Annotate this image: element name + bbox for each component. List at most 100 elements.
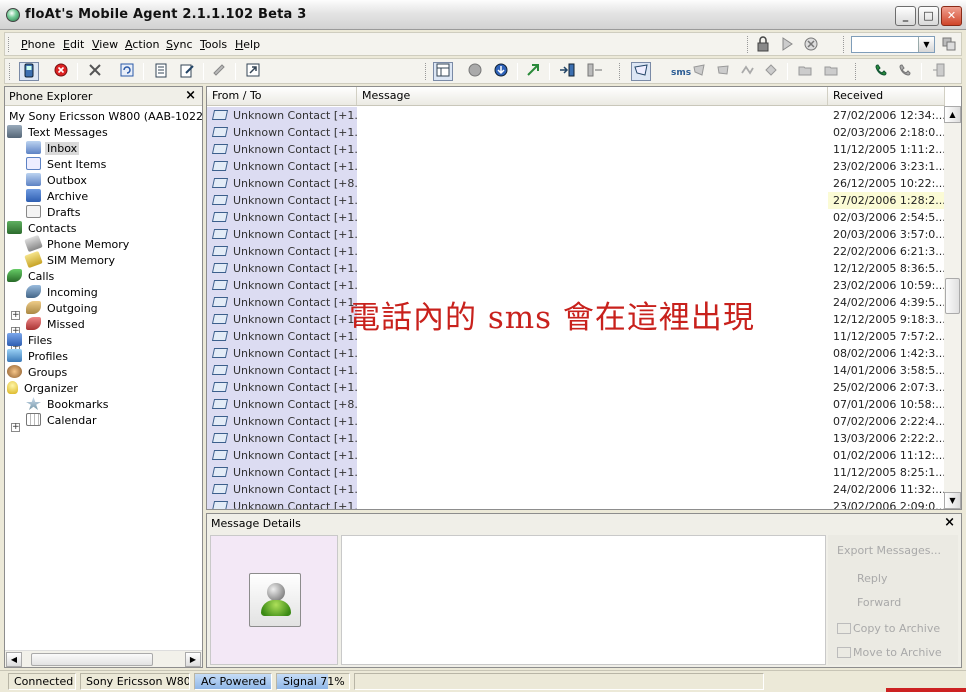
maximize-button[interactable]: □ — [918, 6, 939, 26]
tree-node-outgoing[interactable]: Outgoing — [26, 301, 100, 317]
menu-help[interactable]: Help — [235, 38, 260, 51]
tree-node-sent-items[interactable]: Sent Items — [26, 157, 108, 173]
folder-button[interactable] — [795, 62, 815, 81]
table-row[interactable]: Unknown Contact [+8... 26/12/2005 10:22:.… — [207, 175, 945, 192]
stop-button[interactable] — [51, 62, 71, 81]
table-row[interactable]: Unknown Contact [+1... 11/12/2005 8:25:1.… — [207, 464, 945, 481]
table-row[interactable]: Unknown Contact [+1... 13/03/2006 2:22:2.… — [207, 430, 945, 447]
expand-bookmarks-toggle[interactable]: + — [11, 423, 20, 432]
scroll-left-icon[interactable]: ◀ — [6, 652, 22, 667]
column-message[interactable]: Message — [357, 87, 828, 105]
table-row[interactable]: Unknown Contact [+1... 23/02/2006 2:09:0.… — [207, 498, 945, 509]
table-row[interactable]: Unknown Contact [+1... 02/03/2006 2:54:5.… — [207, 209, 945, 226]
table-row[interactable]: Unknown Contact [+1... 08/02/2006 1:42:3.… — [207, 345, 945, 362]
menu-phone[interactable]: Phone — [21, 38, 55, 51]
sync-messages-button[interactable] — [737, 62, 757, 81]
table-row[interactable]: Unknown Contact [+1... 24/02/2006 11:32:.… — [207, 481, 945, 498]
menu-tools[interactable]: Tools — [200, 38, 227, 51]
scroll-thumb[interactable] — [945, 278, 960, 314]
receive-from-phone-button[interactable] — [585, 62, 605, 81]
folder-move-button[interactable] — [821, 62, 841, 81]
tree-node-organizer[interactable]: Organizer — [7, 381, 80, 397]
menu-grip[interactable] — [8, 37, 11, 52]
device-combo[interactable]: ▼ — [851, 36, 935, 53]
tree-node-drafts[interactable]: Drafts — [26, 205, 82, 221]
dial-pad-button[interactable] — [929, 62, 949, 81]
tree-node-inbox[interactable]: Inbox — [26, 141, 80, 157]
table-row[interactable]: Unknown Contact [+1... 27/02/2006 1:28:2.… — [207, 192, 945, 209]
menu-sync[interactable]: Sync — [166, 38, 193, 51]
copy-to-archive-link[interactable]: Copy to Archive — [837, 622, 940, 635]
tree-node-archive[interactable]: Archive — [26, 189, 90, 205]
forward-message-button[interactable] — [689, 62, 709, 81]
refresh-button[interactable] — [117, 62, 137, 81]
tree-node-groups[interactable]: Groups — [7, 365, 69, 381]
table-row[interactable]: Unknown Contact [+1... 02/03/2006 2:18:0.… — [207, 124, 945, 141]
export-messages-link[interactable]: Export Messages... — [837, 544, 941, 557]
new-sms-button[interactable] — [631, 62, 651, 81]
record-button[interactable] — [465, 62, 485, 81]
compose-button[interactable] — [209, 62, 229, 81]
tree-node-files[interactable]: Files — [7, 333, 54, 349]
menu-action[interactable]: Action — [125, 38, 159, 51]
table-row[interactable]: Unknown Contact [+1... 22/02/2006 6:21:3.… — [207, 243, 945, 260]
column-received[interactable]: Received — [828, 87, 945, 105]
settings-icon[interactable] — [803, 36, 819, 52]
upload-button[interactable] — [523, 62, 543, 81]
table-row[interactable]: Unknown Contact [+1... 14/01/2006 3:58:5.… — [207, 362, 945, 379]
table-row[interactable]: Unknown Contact [+1... 01/02/2006 11:12:.… — [207, 447, 945, 464]
table-row[interactable]: Unknown Contact [+1... 11/12/2005 1:11:2.… — [207, 141, 945, 158]
close-icon[interactable]: × — [185, 88, 196, 103]
tree-node-calls[interactable]: Calls — [7, 269, 56, 285]
tree-node-profiles[interactable]: Profiles — [7, 349, 70, 365]
close-icon[interactable]: × — [944, 515, 955, 530]
open-window-button[interactable] — [243, 62, 263, 81]
toolbar-grip[interactable] — [425, 63, 428, 80]
tree-node-incoming[interactable]: Incoming — [26, 285, 100, 301]
table-row[interactable]: Unknown Contact [+1... 20/03/2006 3:57:0.… — [207, 226, 945, 243]
toolbar-grip[interactable] — [9, 63, 12, 80]
toolbar-grip[interactable] — [619, 63, 622, 80]
forward-link[interactable]: Forward — [857, 596, 901, 609]
toolbar-grip[interactable] — [747, 36, 750, 53]
tree-node-contacts[interactable]: Contacts — [7, 221, 79, 237]
hangup-button[interactable] — [895, 62, 915, 81]
tree-node-outbox[interactable]: Outbox — [26, 173, 89, 189]
tree-node-text-messages[interactable]: Text Messages — [7, 125, 110, 141]
preview-pane-button[interactable] — [433, 62, 453, 81]
tree-node-missed[interactable]: Missed — [26, 317, 87, 333]
table-row[interactable]: Unknown Contact [+1... 27/02/2006 12:34:.… — [207, 107, 945, 124]
minimize-button[interactable]: _ — [895, 6, 916, 26]
contact-avatar[interactable] — [249, 573, 301, 627]
lock-icon[interactable] — [755, 36, 771, 52]
message-body[interactable] — [341, 535, 826, 665]
call-button[interactable] — [871, 62, 891, 81]
scroll-up-icon[interactable]: ▲ — [944, 106, 961, 123]
toolbar-grip[interactable] — [855, 63, 858, 80]
play-icon[interactable] — [779, 36, 795, 52]
move-messages-button[interactable] — [761, 62, 781, 81]
chevron-down-icon[interactable]: ▼ — [918, 37, 934, 52]
explorer-horizontal-scrollbar[interactable]: ◀ ▶ — [5, 650, 202, 667]
table-row[interactable]: Unknown Contact [+1... 25/02/2006 2:07:3.… — [207, 379, 945, 396]
scroll-down-icon[interactable]: ▼ — [944, 492, 961, 509]
close-button[interactable]: ✕ — [941, 6, 962, 26]
toolbar-grip[interactable] — [843, 36, 846, 53]
scroll-thumb[interactable] — [31, 653, 153, 666]
sms-button[interactable]: sms — [661, 62, 691, 81]
table-row[interactable]: Unknown Contact [+8... 07/01/2006 10:58:.… — [207, 396, 945, 413]
menu-view[interactable]: View — [92, 38, 118, 51]
windows-icon[interactable] — [941, 36, 957, 52]
scroll-right-icon[interactable]: ▶ — [185, 652, 201, 667]
reply-message-button[interactable] — [713, 62, 733, 81]
table-row[interactable]: Unknown Contact [+1... 12/12/2005 8:36:5.… — [207, 260, 945, 277]
tree-node-bookmarks[interactable]: Bookmarks — [26, 397, 110, 413]
send-to-phone-button[interactable] — [557, 62, 577, 81]
tree-node-device[interactable]: My Sony Ericsson W800 (AAB-1022013- — [7, 109, 202, 125]
tree-node-sim-memory[interactable]: SIM Memory — [24, 250, 117, 269]
table-row[interactable]: Unknown Contact [+1... 23/02/2006 3:23:1.… — [207, 158, 945, 175]
tree-node-calendar[interactable]: Calendar — [26, 413, 98, 429]
table-row[interactable]: Unknown Contact [+1... 07/02/2006 2:22:4.… — [207, 413, 945, 430]
phone-connect-button[interactable] — [19, 62, 39, 81]
menu-edit[interactable]: Edit — [63, 38, 84, 51]
